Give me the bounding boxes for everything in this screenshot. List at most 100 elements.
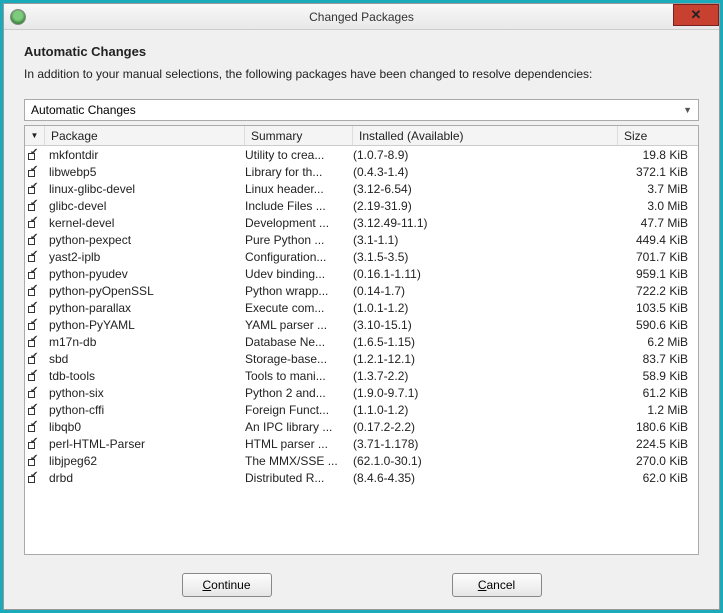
cell-package: python-pyudev	[45, 267, 245, 281]
continue-button[interactable]: Continue	[182, 573, 272, 597]
cell-installed: (3.10-15.1)	[353, 318, 618, 332]
packages-table: ▼ Package Summary Installed (Available) …	[24, 125, 699, 555]
cell-summary: YAML parser ...	[245, 318, 353, 332]
titlebar: Changed Packages ✕	[4, 4, 719, 30]
continue-accel: C	[202, 578, 211, 592]
table-row[interactable]: libqb0An IPC library ...(0.17.2-2.2)180.…	[25, 418, 698, 435]
status-icon	[25, 165, 45, 179]
install-check-icon	[29, 455, 41, 465]
table-row[interactable]: perl-HTML-ParserHTML parser ...(3.71-1.1…	[25, 435, 698, 452]
close-icon: ✕	[691, 7, 702, 23]
table-row[interactable]: yast2-iplbConfiguration...(3.1.5-3.5)701…	[25, 248, 698, 265]
table-row[interactable]: python-pyOpenSSLPython wrapp...(0.14-1.7…	[25, 282, 698, 299]
cell-summary: Python wrapp...	[245, 284, 353, 298]
table-row[interactable]: python-cffiForeign Funct...(1.1.0-1.2)1.…	[25, 401, 698, 418]
table-row[interactable]: tdb-toolsTools to mani...(1.3.7-2.2)58.9…	[25, 367, 698, 384]
cell-installed: (2.19-31.9)	[353, 199, 618, 213]
status-icon	[25, 182, 45, 196]
status-icon	[25, 386, 45, 400]
cell-summary: Include Files ...	[245, 199, 353, 213]
table-row[interactable]: python-pexpectPure Python ...(3.1-1.1)44…	[25, 231, 698, 248]
table-row[interactable]: python-PyYAMLYAML parser ...(3.10-15.1)5…	[25, 316, 698, 333]
cell-package: kernel-devel	[45, 216, 245, 230]
status-icon	[25, 335, 45, 349]
table-row[interactable]: kernel-develDevelopment ...(3.12.49-11.1…	[25, 214, 698, 231]
cell-installed: (1.0.1-1.2)	[353, 301, 618, 315]
table-header: ▼ Package Summary Installed (Available) …	[25, 126, 698, 146]
cell-summary: Execute com...	[245, 301, 353, 315]
changes-dropdown[interactable]: Automatic Changes ▼	[24, 99, 699, 121]
cell-summary: Library for th...	[245, 165, 353, 179]
cell-installed: (0.16.1-1.11)	[353, 267, 618, 281]
cell-installed: (3.71-1.178)	[353, 437, 618, 451]
table-row[interactable]: sbdStorage-base...(1.2.1-12.1)83.7 KiB	[25, 350, 698, 367]
dialog-window: Changed Packages ✕ Automatic Changes In …	[3, 3, 720, 610]
cell-size: 62.0 KiB	[618, 471, 698, 485]
status-icon	[25, 284, 45, 298]
install-check-icon	[29, 319, 41, 329]
cell-installed: (1.1.0-1.2)	[353, 403, 618, 417]
cell-installed: (1.2.1-12.1)	[353, 352, 618, 366]
cell-package: python-six	[45, 386, 245, 400]
cell-size: 47.7 MiB	[618, 216, 698, 230]
table-row[interactable]: glibc-develInclude Files ...(2.19-31.9)3…	[25, 197, 698, 214]
install-check-icon	[29, 217, 41, 227]
cell-size: 1.2 MiB	[618, 403, 698, 417]
table-row[interactable]: m17n-dbDatabase Ne...(1.6.5-1.15)6.2 MiB	[25, 333, 698, 350]
status-icon	[25, 369, 45, 383]
install-check-icon	[29, 370, 41, 380]
cell-package: sbd	[45, 352, 245, 366]
cell-installed: (3.12.49-11.1)	[353, 216, 618, 230]
cell-size: 270.0 KiB	[618, 454, 698, 468]
column-package[interactable]: Package	[45, 126, 245, 145]
table-row[interactable]: mkfontdirUtility to crea...(1.0.7-8.9)19…	[25, 146, 698, 163]
column-sort-indicator[interactable]: ▼	[25, 126, 45, 145]
column-summary[interactable]: Summary	[245, 126, 353, 145]
status-icon	[25, 148, 45, 162]
install-check-icon	[29, 336, 41, 346]
install-check-icon	[29, 353, 41, 363]
continue-label: ontinue	[211, 578, 250, 592]
cell-summary: Configuration...	[245, 250, 353, 264]
table-row[interactable]: libwebp5Library for th...(0.4.3-1.4)372.…	[25, 163, 698, 180]
install-check-icon	[29, 149, 41, 159]
cell-package: python-cffi	[45, 403, 245, 417]
column-installed[interactable]: Installed (Available)	[353, 126, 618, 145]
cell-installed: (0.17.2-2.2)	[353, 420, 618, 434]
button-bar: Continue Cancel	[4, 563, 719, 609]
status-icon	[25, 216, 45, 230]
status-icon	[25, 403, 45, 417]
cancel-label: ancel	[486, 578, 515, 592]
cell-package: glibc-devel	[45, 199, 245, 213]
table-row[interactable]: linux-glibc-develLinux header...(3.12-6.…	[25, 180, 698, 197]
status-icon	[25, 301, 45, 315]
cell-installed: (3.1.5-3.5)	[353, 250, 618, 264]
install-check-icon	[29, 200, 41, 210]
status-icon	[25, 233, 45, 247]
table-row[interactable]: python-sixPython 2 and...(1.9.0-9.7.1)61…	[25, 384, 698, 401]
cell-installed: (62.1.0-30.1)	[353, 454, 618, 468]
cell-size: 103.5 KiB	[618, 301, 698, 315]
table-row[interactable]: python-pyudevUdev binding...(0.16.1-1.11…	[25, 265, 698, 282]
cell-package: python-parallax	[45, 301, 245, 315]
install-check-icon	[29, 404, 41, 414]
column-size[interactable]: Size	[618, 126, 698, 145]
cell-installed: (0.14-1.7)	[353, 284, 618, 298]
status-icon	[25, 471, 45, 485]
cell-summary: The MMX/SSE ...	[245, 454, 353, 468]
status-icon	[25, 437, 45, 451]
cell-installed: (1.6.5-1.15)	[353, 335, 618, 349]
table-row[interactable]: drbdDistributed R...(8.4.6-4.35)62.0 KiB	[25, 469, 698, 486]
cancel-button[interactable]: Cancel	[452, 573, 542, 597]
cell-size: 19.8 KiB	[618, 148, 698, 162]
cell-summary: Database Ne...	[245, 335, 353, 349]
close-button[interactable]: ✕	[673, 4, 719, 26]
table-row[interactable]: python-parallaxExecute com...(1.0.1-1.2)…	[25, 299, 698, 316]
cell-size: 61.2 KiB	[618, 386, 698, 400]
table-row[interactable]: libjpeg62The MMX/SSE ...(62.1.0-30.1)270…	[25, 452, 698, 469]
status-icon	[25, 250, 45, 264]
dropdown-value: Automatic Changes	[31, 103, 136, 117]
cell-package: libwebp5	[45, 165, 245, 179]
cell-package: drbd	[45, 471, 245, 485]
cell-size: 3.7 MiB	[618, 182, 698, 196]
